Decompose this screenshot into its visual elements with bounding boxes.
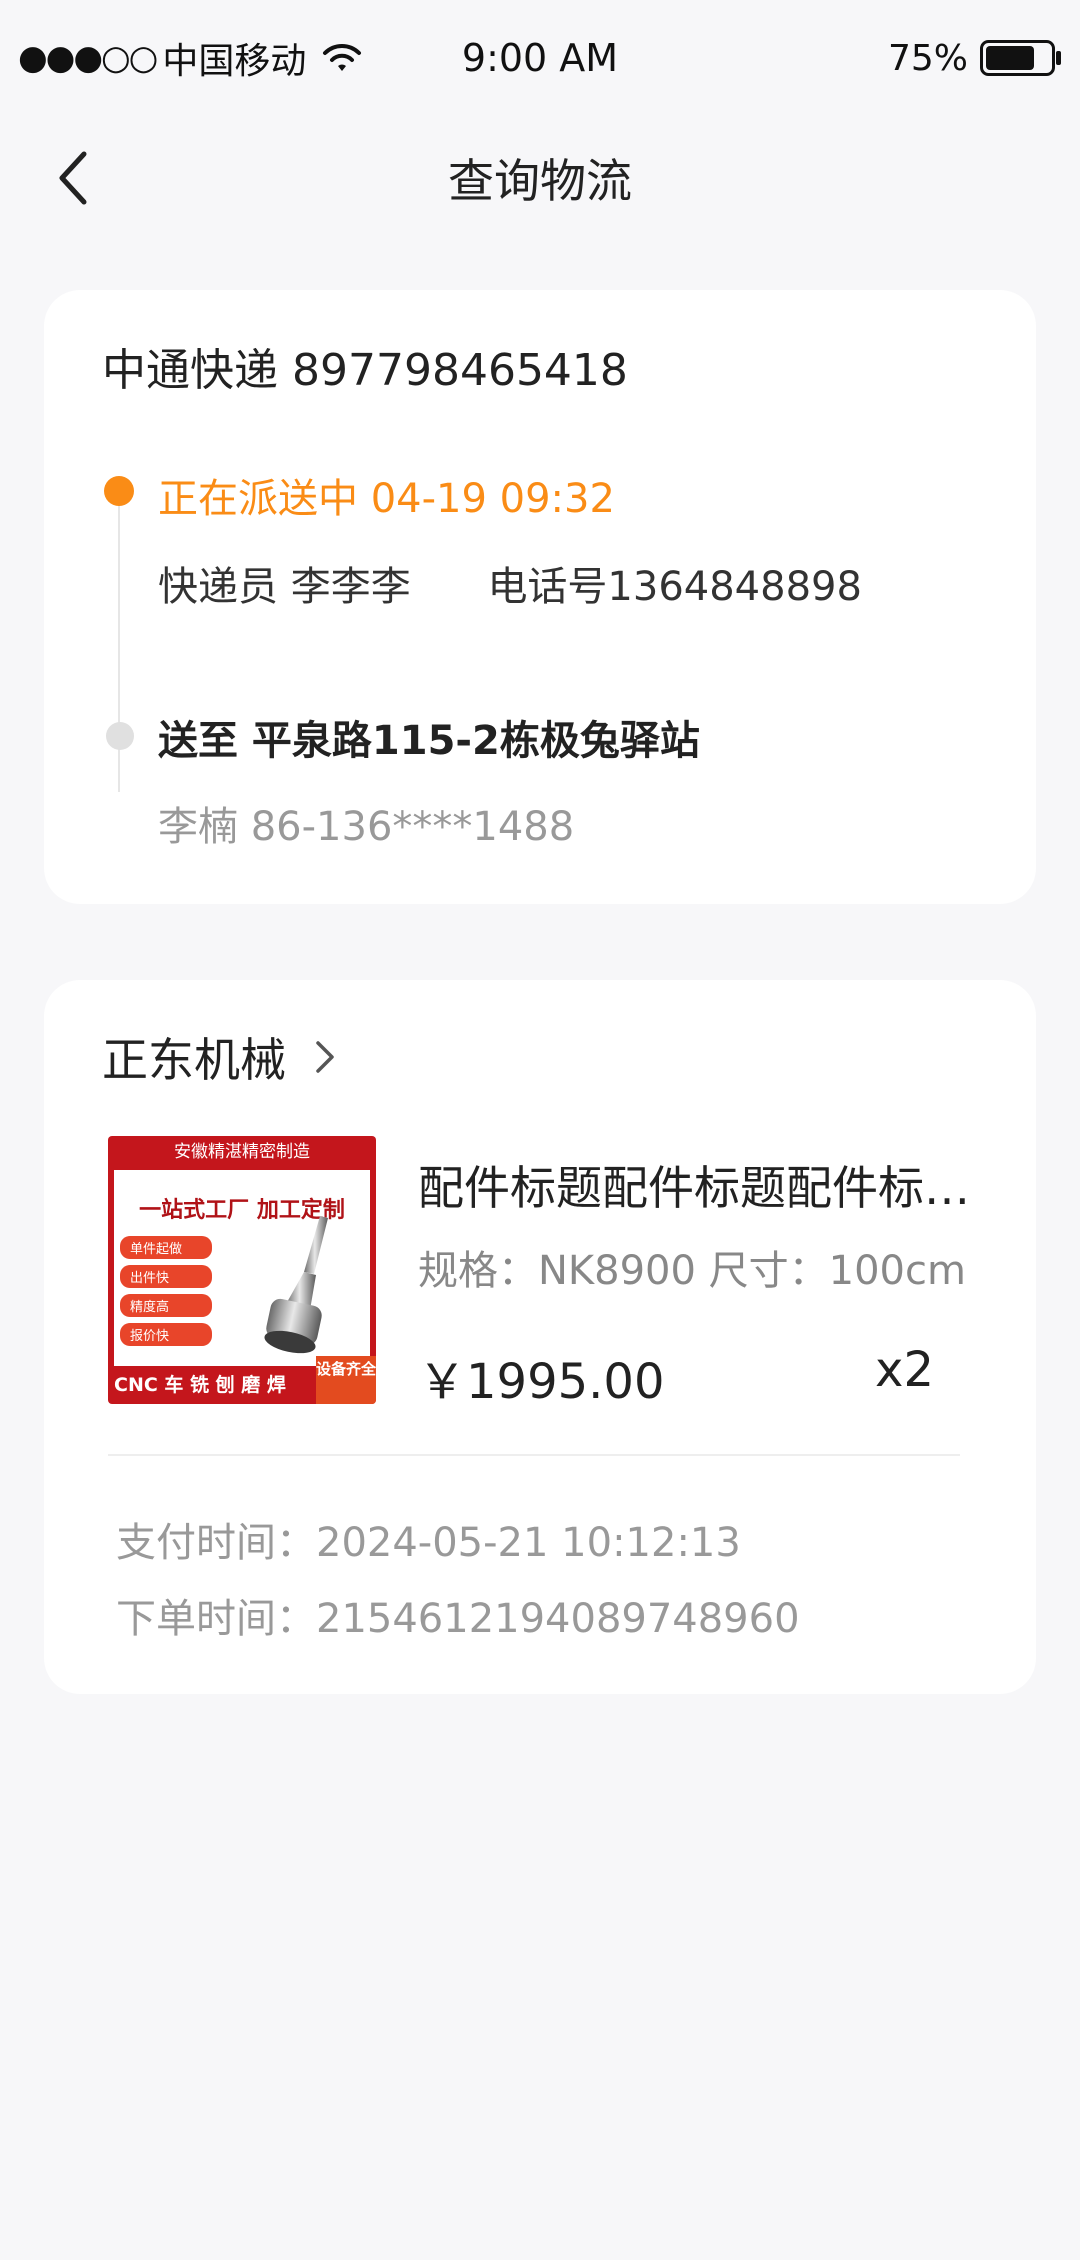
timeline-dot-destination (106, 722, 134, 750)
product-image-tag: 报价快 (120, 1323, 212, 1346)
status-bar: ●●●○○ 中国移动 9:00 AM 75% (0, 0, 1080, 116)
shop-name: 正东机械 (102, 1033, 286, 1087)
chevron-right-icon (316, 1041, 334, 1073)
product-image[interactable]: 安徽精湛精密制造 一站式工厂 加工定制 单件起做 出件快 精度高 报价快 CNC… (108, 1136, 376, 1404)
receiver-info: 李楠 86-136****1488 (158, 804, 575, 850)
courier-info: 快递员 李李李 电话号1364848898 (158, 554, 862, 612)
product-spec: 规格：NK8900 尺寸：100cm (418, 1248, 966, 1294)
courier-phone[interactable]: 电话号1364848898 (487, 564, 862, 610)
product-image-tag: 出件快 (120, 1265, 212, 1288)
nav-bar: 查询物流 (0, 116, 1080, 240)
back-button[interactable] (44, 146, 104, 210)
product-image-tag: 精度高 (120, 1294, 212, 1317)
product-title[interactable]: 配件标题配件标题配件标题配件标题 (418, 1152, 978, 1218)
status-time: 9:00 AM (461, 36, 619, 80)
product-image-corner-badge: 设备齐全 (316, 1356, 376, 1404)
product-image-banner: 安徽精湛精密制造 (174, 1142, 310, 1162)
payment-time: 支付时间：2024-05-21 10:12:13 (116, 1520, 741, 1566)
order-card: 正东机械 安徽精湛精密制造 一站式工厂 加工定制 单件起做 出件快 精度高 报价… (44, 980, 1036, 1694)
carrier-tracking-number: 中通快递 897798465418 (102, 345, 628, 396)
product-image-tags: 单件起做 出件快 精度高 报价快 (120, 1236, 212, 1346)
courier-name: 快递员 李李李 (158, 564, 411, 610)
machined-part-illustration (264, 1216, 328, 1354)
page-title: 查询物流 (448, 154, 632, 208)
logistics-card: 中通快递 897798465418 正在派送中 04-19 09:32 快递员 … (44, 290, 1036, 904)
product-image-tag: 单件起做 (120, 1236, 212, 1259)
delivery-status: 正在派送中 04-19 09:32 (158, 476, 615, 522)
order-number: 下单时间：2154612194089748960 (116, 1596, 800, 1642)
timeline-dot-active (104, 476, 134, 506)
product-quantity: x2 (875, 1342, 934, 1398)
chevron-left-icon (59, 151, 87, 205)
divider (108, 1454, 960, 1456)
delivery-destination: 送至 平泉路115-2栋极兔驿站 (158, 718, 700, 764)
shop-link[interactable]: 正东机械 (102, 1024, 340, 1090)
product-price: ￥1995.00 (418, 1354, 665, 1410)
